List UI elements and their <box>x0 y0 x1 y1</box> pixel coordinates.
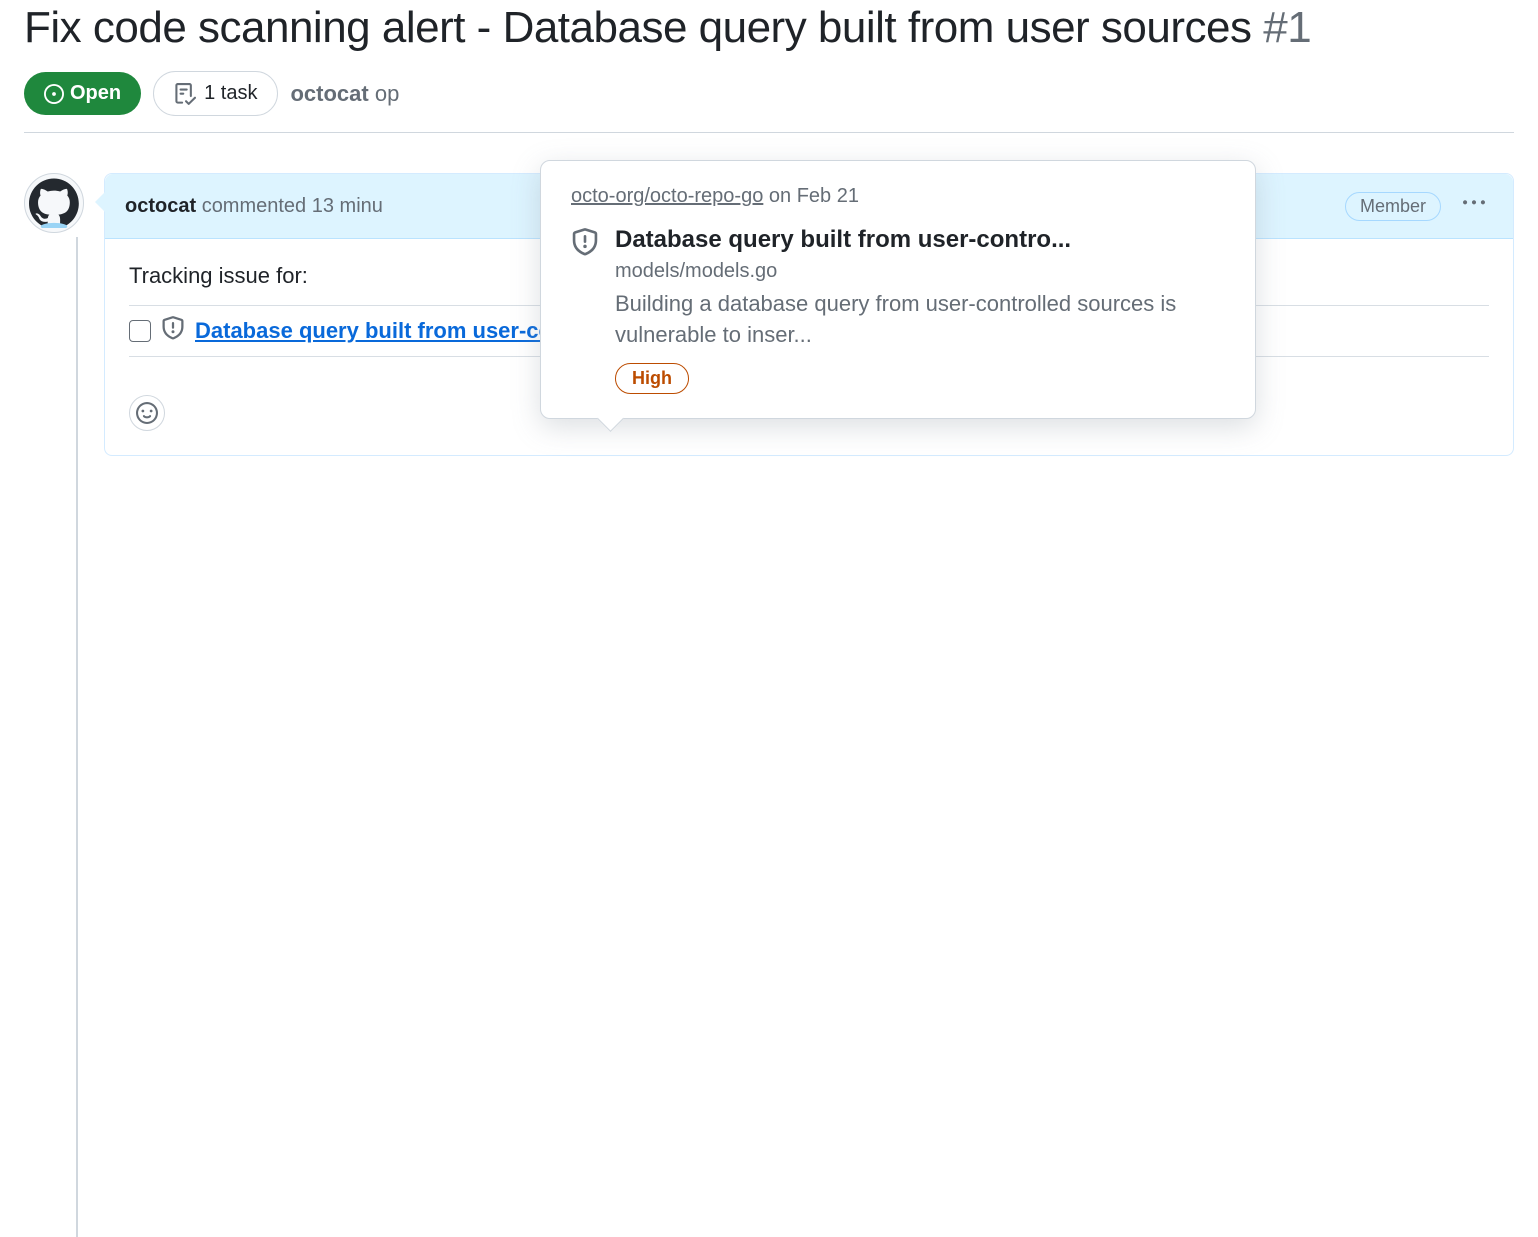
comment-time: commented 13 minu <box>202 195 383 217</box>
issue-title: Fix code scanning alert - Database query… <box>24 0 1514 55</box>
issue-open-icon <box>44 84 64 104</box>
shield-alert-icon <box>161 316 185 346</box>
hovercard-file: models/models.go <box>615 260 1225 283</box>
task-checkbox[interactable] <box>129 320 151 342</box>
timeline-stem <box>76 237 78 1237</box>
hovercard-content: Database query built from user-contro...… <box>615 226 1225 394</box>
meta-author[interactable]: octocat <box>290 81 368 106</box>
member-badge: Member <box>1345 192 1441 221</box>
hovercard-title: Database query built from user-contro... <box>615 226 1225 254</box>
hovercard-repo-link[interactable]: octo-org/octo-repo-go <box>571 185 763 207</box>
checklist-icon <box>174 83 196 105</box>
shield-alert-icon <box>571 226 599 394</box>
comment-author[interactable]: octocat <box>125 195 196 217</box>
octocat-avatar-icon <box>29 178 79 228</box>
comment-header-left: octocat commented 13 minu <box>125 195 383 218</box>
issue-meta-row: Open 1 task octocat op <box>24 71 1514 133</box>
issue-number: #1 <box>1263 3 1311 52</box>
state-badge: Open <box>24 72 141 115</box>
meta-action: op <box>375 81 399 106</box>
add-reaction-button[interactable] <box>129 395 165 431</box>
hovercard-repo-line: octo-org/octo-repo-go on Feb 21 <box>571 185 1225 208</box>
hovercard-date: on Feb 21 <box>763 185 859 207</box>
issue-title-text: Fix code scanning alert - Database query… <box>24 3 1251 52</box>
smiley-icon <box>136 402 158 424</box>
state-label: Open <box>70 82 121 105</box>
hovercard-description: Building a database query from user-con­… <box>615 289 1225 351</box>
severity-badge: High <box>615 363 689 394</box>
tasks-badge[interactable]: 1 task <box>153 71 278 116</box>
hovercard: octo-org/octo-repo-go on Feb 21 Database… <box>540 160 1256 419</box>
kebab-menu-icon[interactable] <box>1455 188 1493 224</box>
hovercard-main: Database query built from user-contro...… <box>571 226 1225 394</box>
comment-header-right: Member <box>1345 188 1493 224</box>
avatar[interactable] <box>24 173 84 233</box>
meta-author-text: octocat op <box>290 81 399 107</box>
tasks-count: 1 task <box>204 82 257 105</box>
